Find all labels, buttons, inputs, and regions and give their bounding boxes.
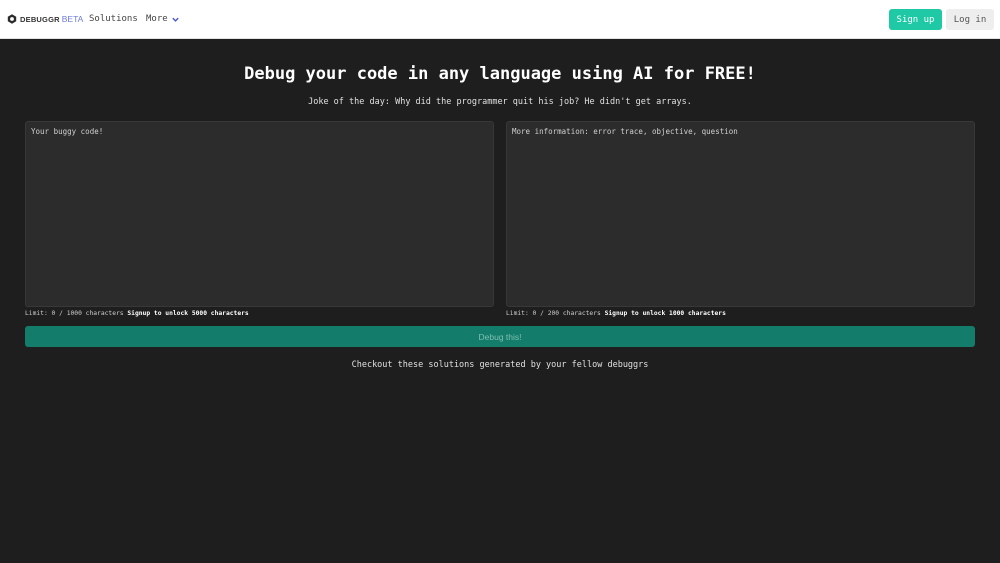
beta-badge: BETA [61, 14, 84, 24]
top-navbar: DEBUGGR BETA Solutions More Sign up Log … [0, 0, 1000, 39]
code-unlock-link[interactable]: Signup to unlock 5000 characters [127, 310, 248, 317]
brand-logo-link[interactable]: DEBUGGR BETA [7, 13, 83, 25]
debug-button[interactable]: Debug this! [25, 326, 975, 347]
more-info-input[interactable] [506, 121, 975, 307]
code-limit-text: Limit: 0 / 1000 characters Signup to unl… [25, 310, 249, 317]
brand-name: DEBUGGR [20, 14, 60, 24]
nav-more-dropdown[interactable]: More [146, 13, 180, 25]
code-limit-count: Limit: 0 / 1000 characters [25, 310, 124, 317]
signup-button[interactable]: Sign up [889, 9, 942, 30]
checkout-solutions-text: Checkout these solutions generated by yo… [351, 360, 649, 370]
chevron-down-icon [171, 17, 179, 22]
info-limit-text: Limit: 0 / 200 characters Signup to unlo… [506, 310, 726, 317]
login-button[interactable]: Log in [946, 9, 994, 30]
hexagon-logo-icon [7, 14, 17, 24]
info-limit-count: Limit: 0 / 200 characters [506, 310, 601, 317]
buggy-code-input[interactable] [25, 121, 494, 307]
nav-solutions-link[interactable]: Solutions [89, 13, 138, 25]
page-title: Debug your code in any language using AI… [244, 64, 756, 84]
info-unlock-link[interactable]: Signup to unlock 1000 characters [605, 310, 726, 317]
joke-of-the-day: Joke of the day: Why did the programmer … [308, 97, 692, 107]
nav-more-label: More [146, 14, 168, 24]
